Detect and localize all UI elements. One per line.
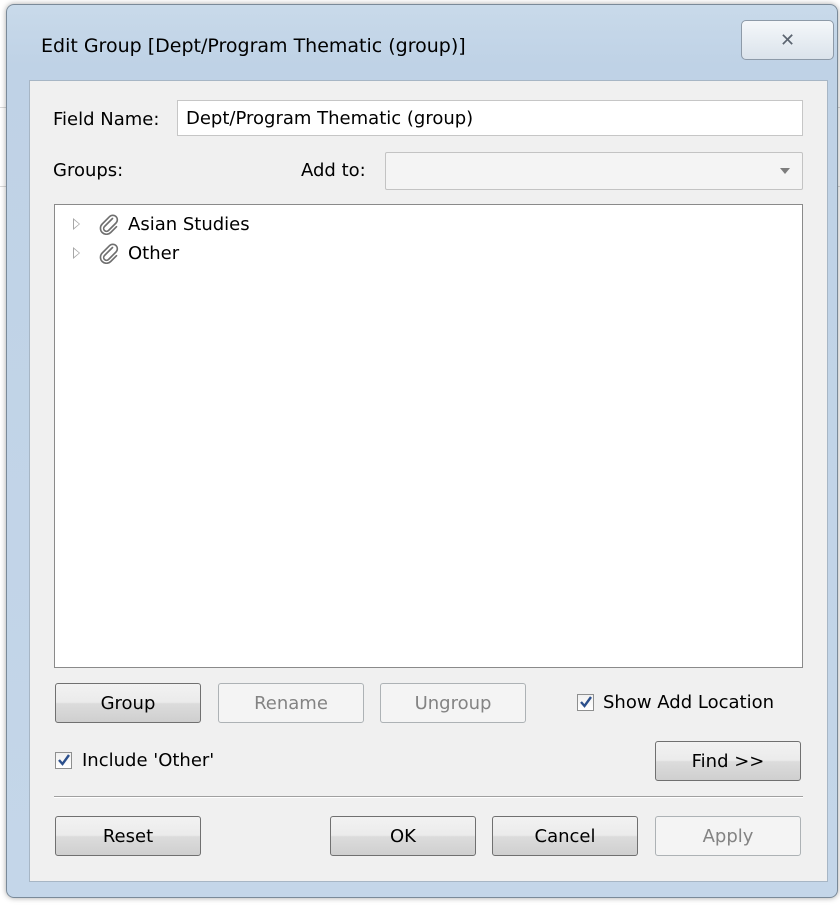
apply-button[interactable]: Apply [655,816,801,856]
close-button[interactable]: ✕ [741,20,834,60]
rename-button[interactable]: Rename [218,683,364,723]
groups-tree[interactable]: Asian Studies Other [54,204,803,668]
include-other-checkbox[interactable] [55,752,72,769]
tree-item-asian-studies[interactable]: Asian Studies [55,211,250,237]
dialog-title: Edit Group [Dept/Program Thematic (group… [41,35,466,57]
paperclip-icon [99,214,119,235]
add-to-dropdown[interactable] [385,152,803,190]
add-to-label: Add to: [301,160,366,181]
show-add-location-checkbox[interactable] [577,694,594,711]
reset-button[interactable]: Reset [55,816,201,856]
find-button[interactable]: Find >> [655,741,801,781]
checkmark-icon [580,696,592,708]
cancel-button[interactable]: Cancel [492,816,638,856]
show-add-location-label[interactable]: Show Add Location [603,692,774,713]
separator [54,796,803,798]
field-name-label: Field Name: [53,109,160,130]
expand-triangle-icon[interactable] [73,247,80,259]
tree-item-label: Other [128,242,180,264]
include-other-label[interactable]: Include 'Other' [82,750,214,771]
ungroup-button[interactable]: Ungroup [380,683,526,723]
expand-triangle-icon[interactable] [73,218,80,230]
groups-label: Groups: [53,160,124,181]
tree-item-label: Asian Studies [128,213,250,235]
close-icon: ✕ [779,29,796,51]
checkmark-icon [58,754,70,766]
field-name-input[interactable] [177,100,803,136]
ok-button[interactable]: OK [330,816,476,856]
group-button[interactable]: Group [55,683,201,723]
paperclip-icon [99,243,119,264]
chevron-down-icon [780,168,790,174]
tree-item-other[interactable]: Other [55,240,179,266]
